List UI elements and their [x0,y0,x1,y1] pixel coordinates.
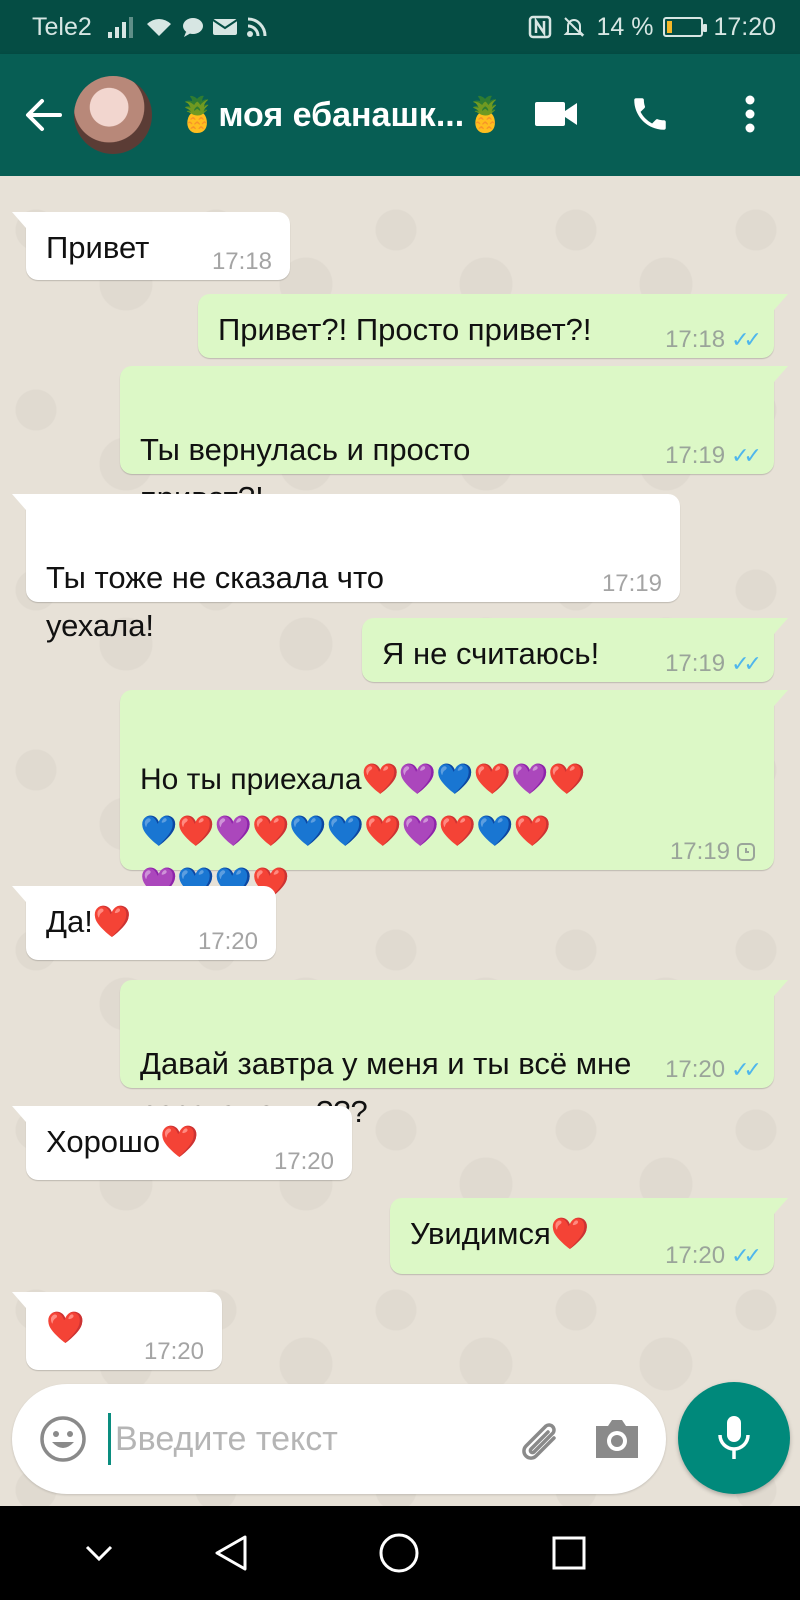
message-meta: 17:20 [274,1150,334,1174]
read-ticks-icon: ✓✓ [731,443,762,468]
circle-home-icon [379,1533,419,1573]
message-text: Ты тоже не сказала что уехала! [46,560,385,643]
camera-button[interactable] [590,1412,644,1466]
voice-record-button[interactable] [678,1382,790,1494]
contact-avatar[interactable] [74,76,152,154]
voice-call-button[interactable] [620,84,680,144]
read-ticks-icon: ✓✓ [731,327,762,352]
emoji-button[interactable] [38,1414,88,1464]
message-time: 17:19 [669,838,730,865]
attach-button[interactable] [512,1412,566,1466]
system-nav-bar [0,1506,800,1600]
battery-percent: 14 % [596,12,654,41]
nav-recents-button[interactable] [544,1528,594,1578]
nav-home-button[interactable] [374,1528,424,1578]
message-bubble-incoming[interactable]: Хорошо❤️ 17:20 [12,1106,352,1180]
contact-name[interactable]: 🍍моя ебанашк...🍍 [176,95,496,135]
message-meta: 17:19 ✓✓ [665,442,762,469]
message-meta: 17:20 ✓✓ [665,1242,762,1269]
message-text: Привет [46,230,150,265]
message-time: 17:18 [665,326,726,353]
message-text: Да!❤️ [46,904,132,939]
signal-icon [107,17,133,38]
message-bubble-outgoing[interactable]: Ты вернулась и просто привет?! 17:19✓✓ [120,366,788,515]
message-text: Привет?! Просто привет?! [218,312,592,347]
more-vertical-icon [745,95,755,133]
back-button[interactable] [16,85,72,145]
status-bar: Tele2 14 % 17:20 [0,0,800,54]
message-meta: 17:19 [670,840,756,864]
message-notification-icon [182,18,203,37]
video-camera-icon [535,102,577,126]
phone-icon [634,98,666,130]
read-ticks-icon: ✓✓ [731,651,762,676]
arrow-left-icon [26,99,62,131]
nav-hide-button[interactable] [74,1528,124,1578]
message-bubble-outgoing[interactable]: Давай завтра у меня и ты всё мне расскаж… [120,980,788,1129]
message-time: 17:20 [197,928,258,955]
message-time: 17:20 [665,1056,726,1083]
message-bubble-incoming[interactable]: Привет 17:18 [12,212,290,280]
status-time: 17:20 [713,12,776,41]
mute-bell-icon [564,17,585,37]
message-text: Но ты приехала❤️💜💙❤️💜❤️ 💙❤️💜❤️💙💙❤️💜❤️💙❤️… [140,763,586,900]
microphone-icon [718,1416,750,1459]
message-text: Хорошо❤️ [46,1124,199,1159]
video-call-button[interactable] [526,84,586,144]
message-time: 17:19 [601,570,662,597]
message-bubble-outgoing[interactable]: Но ты приехала❤️💜💙❤️💜❤️ 💙❤️💜❤️💙💙❤️💜❤️💙❤️… [120,690,788,900]
message-meta: 17:18 ✓✓ [665,326,762,353]
menu-button[interactable] [720,84,780,144]
status-icons [106,16,268,38]
wifi-icon [146,19,171,36]
read-ticks-icon: ✓✓ [731,1243,762,1268]
battery-icon [663,17,708,37]
message-meta: 17:20 [198,930,258,954]
message-bubble-incoming[interactable]: Ты тоже не сказала что уехала! 17:19 [12,494,680,643]
message-bubble-outgoing[interactable]: Привет?! Просто привет?! 17:18 ✓✓ [198,294,788,358]
battery-level [667,21,673,33]
message-list[interactable]: Привет 17:18 Привет?! Просто привет?! 17… [0,176,800,1506]
message-bubble-incoming[interactable]: Да!❤️ 17:20 [12,886,276,960]
carrier-name: Tele2 [32,12,92,41]
chevron-down-icon [85,1545,113,1562]
message-text: ❤️ [46,1310,85,1345]
message-time: 17:20 [665,1242,726,1269]
message-text: Увидимся❤️ [410,1216,590,1251]
message-input[interactable] [108,1413,488,1465]
nfc-icon [529,15,552,39]
message-composer [12,1384,666,1494]
message-meta: 17:20 [144,1340,204,1364]
message-bubble-outgoing[interactable]: Я не считаюсь! 17:19 ✓✓ [362,618,788,682]
message-time: 17:19 [665,650,726,677]
square-recents-icon [552,1536,586,1570]
message-meta: 17:19 ✓✓ [665,650,762,677]
message-time: 17:18 [211,248,272,275]
message-text: Я не считаюсь! [382,636,600,671]
chat-header: 🍍моя ебанашк...🍍 [0,54,800,176]
message-meta: 17:18 [212,250,272,274]
message-time: 17:20 [273,1148,334,1175]
message-bubble-outgoing[interactable]: Увидимся❤️ 17:20 ✓✓ [390,1198,788,1274]
read-ticks-icon: ✓✓ [731,1057,762,1082]
pending-clock-icon [737,843,755,861]
triangle-back-icon [215,1535,247,1571]
rss-icon [246,17,267,37]
message-meta: 17:20 ✓✓ [665,1056,762,1083]
camera-icon [596,1420,638,1458]
smiley-icon [40,1416,86,1462]
mail-icon [212,19,238,35]
message-time: 17:20 [143,1338,204,1365]
paperclip-icon [522,1423,556,1460]
nav-back-button[interactable] [206,1528,256,1578]
message-meta: 17:19 [602,572,662,596]
message-bubble-incoming[interactable]: ❤️ 17:20 [12,1292,222,1370]
message-time: 17:19 [665,442,726,469]
